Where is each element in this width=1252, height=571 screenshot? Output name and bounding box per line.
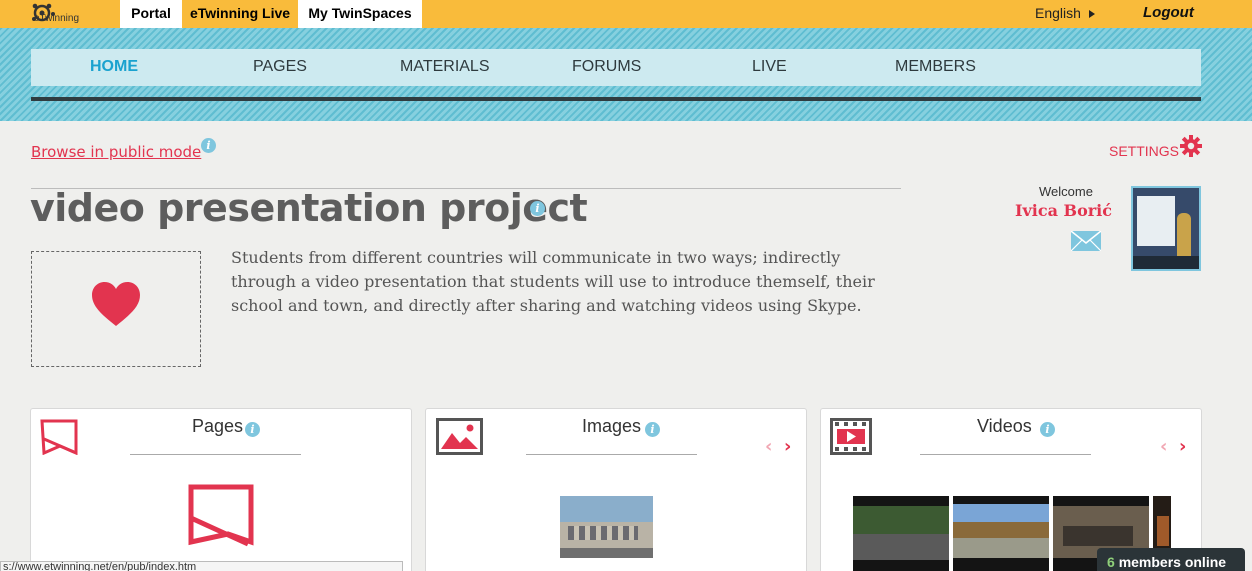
chevron-left-icon[interactable]: ‹ xyxy=(765,436,772,457)
play-right-icon[interactable] xyxy=(1089,10,1095,18)
nav-forums[interactable]: FORUMS xyxy=(572,49,641,86)
page-icon[interactable] xyxy=(188,484,254,548)
nav-home[interactable]: HOME xyxy=(90,49,138,86)
info-icon[interactable]: i xyxy=(645,422,660,437)
language-selector[interactable]: English xyxy=(1035,0,1081,28)
info-icon[interactable]: i xyxy=(245,422,260,437)
video-thumbnail[interactable] xyxy=(853,496,949,571)
thumb-students xyxy=(1063,526,1133,546)
thumb-windows xyxy=(568,526,638,540)
nav-live[interactable]: LIVE xyxy=(752,49,787,86)
thumb-trees xyxy=(853,506,949,536)
heart-icon xyxy=(92,282,140,326)
nav-members[interactable]: MEMBERS xyxy=(895,49,976,86)
online-count: 6 xyxy=(1107,554,1115,570)
avatar[interactable] xyxy=(1131,186,1201,271)
gear-icon[interactable] xyxy=(1180,135,1202,157)
chevron-left-icon[interactable]: ‹ xyxy=(1160,436,1167,457)
card-title-divider xyxy=(920,454,1091,455)
nav-materials[interactable]: MATERIALS xyxy=(400,49,490,86)
thumb-sky xyxy=(953,504,1049,524)
card-title-divider xyxy=(130,454,301,455)
browse-public-link[interactable]: Browse in public mode xyxy=(31,143,201,161)
online-label: members online xyxy=(1118,554,1227,570)
videos-card-title: Videos xyxy=(977,416,1032,436)
project-description: Students from different countries will c… xyxy=(231,248,875,315)
page-icon xyxy=(40,419,78,455)
video-icon xyxy=(830,418,872,455)
image-thumbnail[interactable] xyxy=(560,496,653,558)
avatar-person xyxy=(1177,213,1191,258)
video-thumbnail[interactable] xyxy=(953,496,1049,571)
tab-my-twinspaces[interactable]: My TwinSpaces xyxy=(298,0,422,28)
tab-portal[interactable]: Portal xyxy=(120,0,182,28)
user-name[interactable]: Ivica Borić xyxy=(1015,201,1112,220)
tab-etwinning-live[interactable]: eTwinning Live xyxy=(182,0,298,28)
nav-pages[interactable]: PAGES xyxy=(253,49,307,86)
info-icon[interactable]: i xyxy=(530,201,545,216)
thumb-people xyxy=(953,538,1049,558)
images-card-title: Images xyxy=(582,416,642,436)
mail-icon[interactable] xyxy=(1071,231,1101,251)
thumb-ground xyxy=(560,548,653,558)
settings-link[interactable]: SETTINGS xyxy=(1109,143,1179,159)
members-online-badge[interactable]: 6 members online xyxy=(1097,548,1245,571)
logo-text: eTwinning xyxy=(34,13,80,24)
avatar-floor xyxy=(1133,256,1199,269)
info-icon[interactable]: i xyxy=(1040,422,1055,437)
project-title: video presentation project xyxy=(30,186,588,230)
card-title-divider xyxy=(526,454,697,455)
chevron-right-icon[interactable]: › xyxy=(1179,436,1186,457)
pages-card-title: Pages xyxy=(192,416,244,436)
nav-underline xyxy=(31,97,1201,101)
thumb-person xyxy=(1157,516,1169,546)
thumb-people xyxy=(853,534,949,560)
avatar-slide xyxy=(1137,196,1175,246)
chevron-right-icon[interactable]: › xyxy=(784,436,791,457)
image-icon xyxy=(436,418,483,455)
welcome-label: Welcome xyxy=(1039,184,1093,199)
info-icon[interactable]: i xyxy=(201,138,216,153)
logout-link[interactable]: Logout xyxy=(1143,0,1194,28)
status-bar-url: s://www.etwinning.net/en/pub/index.htm xyxy=(0,561,403,571)
